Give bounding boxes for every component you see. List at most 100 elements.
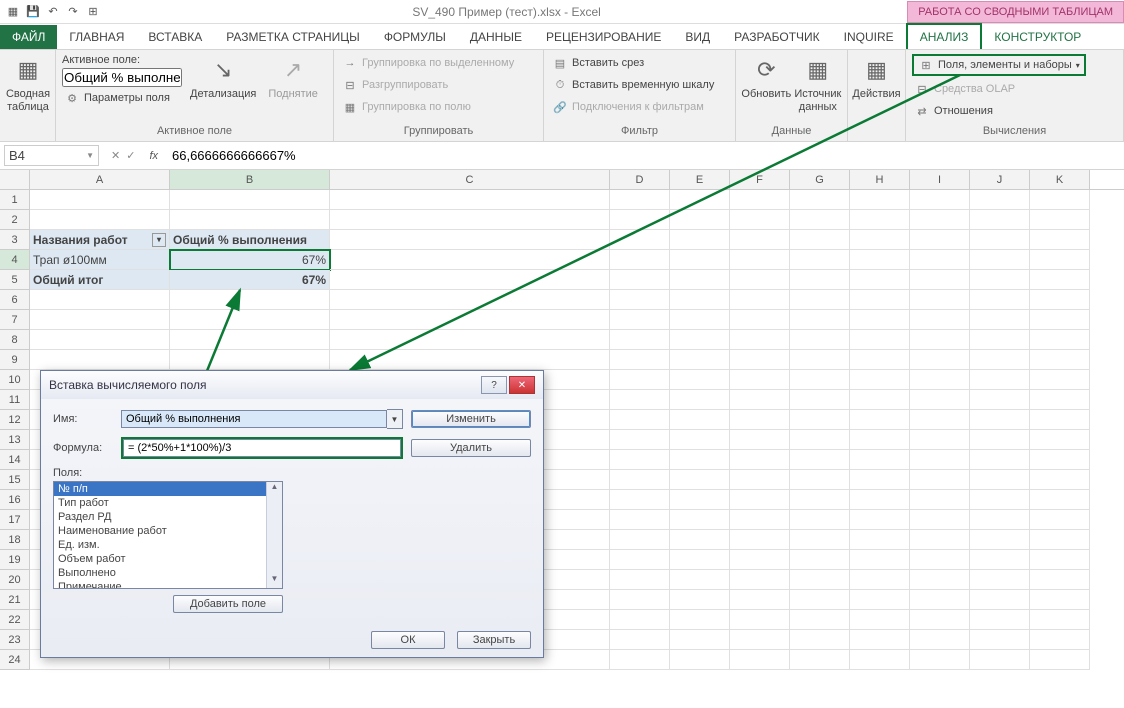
cell[interactable] <box>970 650 1030 670</box>
cell[interactable] <box>910 530 970 550</box>
cell[interactable] <box>850 190 910 210</box>
close-dialog-button[interactable]: Закрыть <box>457 631 531 649</box>
save-icon[interactable]: 💾 <box>24 3 42 21</box>
cell[interactable] <box>170 210 330 230</box>
cell[interactable] <box>730 270 790 290</box>
cell[interactable] <box>910 270 970 290</box>
cell[interactable] <box>670 270 730 290</box>
cell[interactable] <box>790 590 850 610</box>
cell[interactable] <box>610 190 670 210</box>
cell[interactable] <box>910 450 970 470</box>
cell[interactable] <box>610 530 670 550</box>
cell[interactable] <box>970 270 1030 290</box>
cell[interactable] <box>610 330 670 350</box>
cell[interactable] <box>610 250 670 270</box>
col-header[interactable]: D <box>610 170 670 189</box>
field-item[interactable]: Раздел РД <box>54 510 266 524</box>
cell[interactable] <box>910 490 970 510</box>
cell[interactable] <box>790 250 850 270</box>
cell[interactable] <box>170 330 330 350</box>
cell[interactable] <box>910 190 970 210</box>
cell[interactable] <box>610 310 670 330</box>
cell[interactable] <box>730 250 790 270</box>
tab-data[interactable]: ДАННЫЕ <box>458 25 534 49</box>
cell[interactable] <box>790 350 850 370</box>
cell[interactable] <box>330 190 610 210</box>
cell[interactable] <box>970 370 1030 390</box>
accept-icon[interactable]: ✓ <box>126 149 135 162</box>
row-header[interactable]: 2 <box>0 210 30 230</box>
field-item[interactable]: Тип работ <box>54 496 266 510</box>
cell[interactable] <box>850 430 910 450</box>
insert-timeline-button[interactable]: ⏱Вставить временную шкалу <box>550 76 716 94</box>
actions-button[interactable]: ▦ Действия <box>854 52 899 103</box>
row-header[interactable]: 17 <box>0 510 30 530</box>
cell[interactable] <box>910 310 970 330</box>
cell[interactable] <box>610 450 670 470</box>
col-header[interactable]: E <box>670 170 730 189</box>
cell[interactable] <box>670 330 730 350</box>
cell[interactable] <box>1030 410 1090 430</box>
cell[interactable] <box>610 470 670 490</box>
cell[interactable] <box>610 370 670 390</box>
row-header[interactable]: 9 <box>0 350 30 370</box>
cell[interactable] <box>790 550 850 570</box>
cell[interactable] <box>670 630 730 650</box>
cell[interactable] <box>1030 510 1090 530</box>
cell[interactable] <box>850 490 910 510</box>
cell[interactable] <box>730 530 790 550</box>
help-button[interactable]: ? <box>481 376 507 394</box>
cell[interactable] <box>30 290 170 310</box>
cell[interactable] <box>850 410 910 430</box>
tab-developer[interactable]: РАЗРАБОТЧИК <box>722 25 832 49</box>
cell[interactable] <box>1030 490 1090 510</box>
cell[interactable] <box>670 310 730 330</box>
cell[interactable] <box>790 370 850 390</box>
cell[interactable] <box>670 370 730 390</box>
row-header[interactable]: 7 <box>0 310 30 330</box>
cell[interactable] <box>790 470 850 490</box>
cell[interactable] <box>970 590 1030 610</box>
drill-down-button[interactable]: ↘ Детализация <box>186 52 260 103</box>
row-header[interactable]: 6 <box>0 290 30 310</box>
cell[interactable] <box>970 630 1030 650</box>
cell[interactable] <box>170 310 330 330</box>
cell[interactable] <box>1030 590 1090 610</box>
cell[interactable] <box>790 410 850 430</box>
cell[interactable] <box>850 550 910 570</box>
cell[interactable] <box>850 570 910 590</box>
cell[interactable] <box>670 530 730 550</box>
cell[interactable] <box>730 650 790 670</box>
change-button[interactable]: Изменить <box>411 410 531 428</box>
col-header[interactable]: K <box>1030 170 1090 189</box>
cell[interactable] <box>730 510 790 530</box>
dialog-titlebar[interactable]: Вставка вычисляемого поля ? ✕ <box>41 371 543 399</box>
cell[interactable] <box>910 370 970 390</box>
row-header[interactable]: 3 <box>0 230 30 250</box>
cell[interactable] <box>670 450 730 470</box>
cell[interactable] <box>670 230 730 250</box>
relationships-button[interactable]: ⇄Отношения <box>912 102 1086 120</box>
cell[interactable] <box>1030 230 1090 250</box>
tab-layout[interactable]: РАЗМЕТКА СТРАНИЦЫ <box>214 25 372 49</box>
cell[interactable] <box>790 270 850 290</box>
col-header[interactable]: I <box>910 170 970 189</box>
cell[interactable] <box>670 570 730 590</box>
field-item[interactable]: Объем работ <box>54 552 266 566</box>
cell[interactable] <box>30 350 170 370</box>
cell[interactable] <box>790 450 850 470</box>
cell[interactable] <box>1030 370 1090 390</box>
cell[interactable] <box>910 590 970 610</box>
cell[interactable] <box>910 330 970 350</box>
cell[interactable] <box>910 290 970 310</box>
cell[interactable]: Трап ø100мм <box>30 250 170 270</box>
cell[interactable] <box>790 510 850 530</box>
cell[interactable] <box>970 210 1030 230</box>
cell[interactable] <box>610 650 670 670</box>
cell[interactable] <box>970 390 1030 410</box>
cell[interactable] <box>850 390 910 410</box>
add-field-button[interactable]: Добавить поле <box>173 595 283 613</box>
cell[interactable] <box>1030 650 1090 670</box>
col-header[interactable]: B <box>170 170 330 189</box>
cell[interactable] <box>790 330 850 350</box>
